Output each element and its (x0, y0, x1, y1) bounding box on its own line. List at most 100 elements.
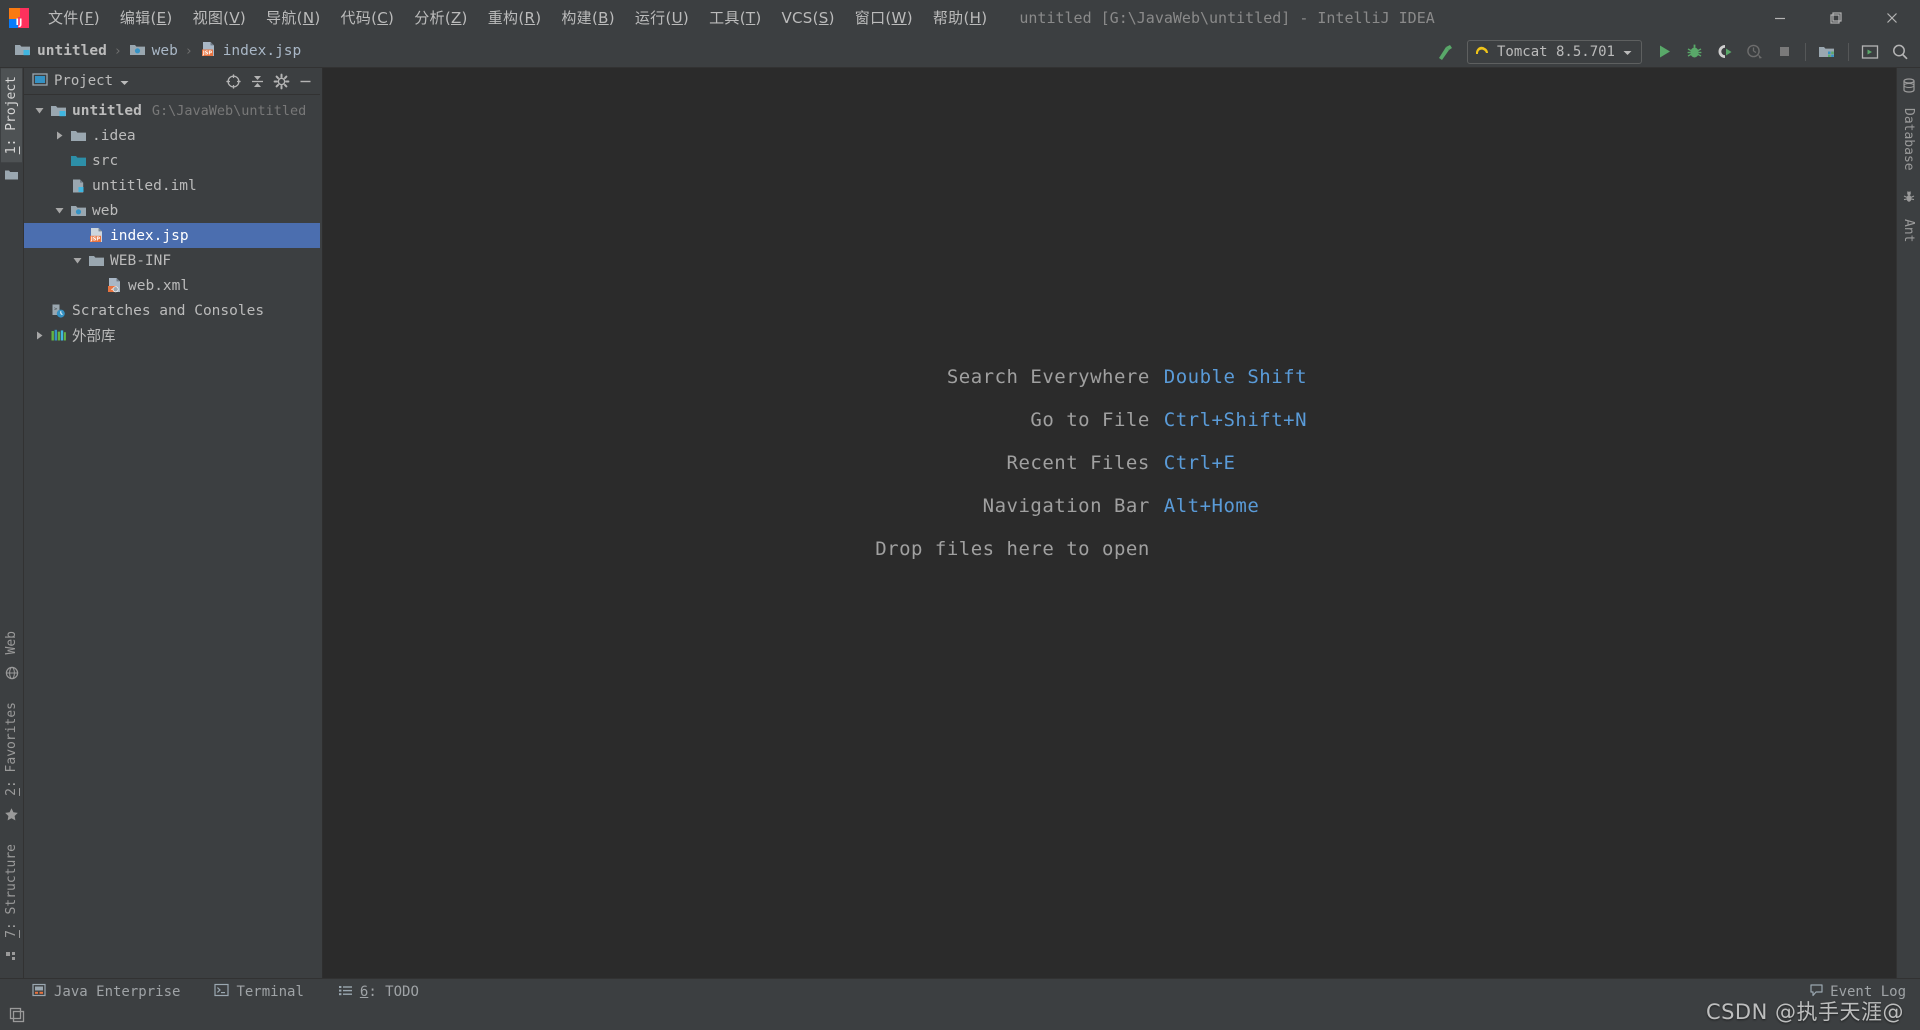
expanded-twisty-icon[interactable] (30, 105, 48, 116)
menu-file[interactable]: 文件(F) (38, 3, 110, 32)
bottom-button-java-enterprise[interactable]: Java Enterprise (28, 980, 184, 1003)
menu-window-label: 窗口 (854, 9, 886, 27)
menu-analyze[interactable]: 分析(Z) (404, 3, 478, 32)
module-folder-icon (14, 42, 31, 61)
menu-tools-label: 工具 (709, 9, 740, 27)
minimize-dash-icon[interactable] (294, 70, 316, 92)
collapse-all-icon[interactable] (246, 70, 268, 92)
tree-row-untitled-iml[interactable]: untitled.iml (24, 173, 320, 198)
event-log-icon (1809, 982, 1824, 1001)
star-icon (4, 804, 19, 836)
status-bar (0, 1004, 1920, 1030)
tree-row-web-xml[interactable]: < web.xml (24, 273, 320, 298)
tree-row-untitled[interactable]: untitled G:\JavaWeb\untitled (24, 98, 320, 123)
intellij-idea-window: IJ 文件(F) 编辑(E) 视图(V) 导航(N) 代码(C) 分析(Z) 重… (0, 0, 1920, 1030)
menu-navigate-mnemonic: N (302, 9, 315, 27)
tree-row-index-jsp[interactable]: JSP index.jsp (24, 223, 320, 248)
project-tree[interactable]: untitled G:\JavaWeb\untitled .idea src u… (24, 95, 320, 978)
run-configuration-selector[interactable]: Tomcat 8.5.701 (1466, 39, 1642, 64)
toggle-toolwindows-icon[interactable] (8, 1006, 26, 1028)
breadcrumb-separator-2: › (184, 43, 193, 59)
expanded-twisty-icon[interactable] (50, 205, 68, 216)
menu-code-label: 代码 (340, 9, 372, 27)
collapsed-twisty-icon[interactable] (50, 130, 68, 141)
run-button[interactable] (1650, 39, 1678, 65)
menu-refactor[interactable]: 重构(R) (478, 3, 552, 32)
menu-build-mnemonic: B (598, 9, 609, 27)
tomcat-cat-icon (1474, 42, 1490, 61)
profiler-icon (1740, 39, 1768, 65)
menu-view-label: 视图 (192, 9, 224, 27)
menu-navigate[interactable]: 导航(N) (256, 3, 330, 32)
menu-window[interactable]: 窗口(W) (845, 3, 923, 32)
debug-button[interactable] (1680, 39, 1708, 65)
bottom-button-todo[interactable]: 6: TODO (334, 980, 423, 1003)
menu-help[interactable]: 帮助(H) (923, 3, 998, 32)
menu-tools[interactable]: 工具(T) (699, 3, 771, 32)
editor-area[interactable]: Search Everywhere Double Shift Go to Fil… (323, 68, 1896, 978)
scratches-icon: > (48, 303, 68, 319)
tree-row-external-libraries[interactable]: 外部库 (24, 323, 320, 348)
web-globe-icon (5, 662, 19, 694)
hint-key-recent-files: Ctrl+E (1163, 452, 1236, 474)
chevron-down-icon (1622, 42, 1633, 61)
tree-row-scratches-and-consoles[interactable]: > Scratches and Consoles (24, 298, 320, 323)
tree-row-web[interactable]: web (24, 198, 320, 223)
menu-view[interactable]: 视图(V) (183, 3, 256, 32)
run-with-coverage-button[interactable] (1710, 39, 1738, 65)
menu-run[interactable]: 运行(U) (625, 3, 699, 32)
hint-label-search-everywhere: Search Everywhere (946, 366, 1150, 388)
sidebar-item-ant-label: Ant (1901, 218, 1916, 243)
build-hammer-icon[interactable] (1431, 39, 1459, 65)
menu-bar: IJ 文件(F) 编辑(E) 视图(V) 导航(N) 代码(C) 分析(Z) 重… (0, 0, 1920, 35)
sidebar-item-database[interactable]: Database (1898, 100, 1919, 179)
breadcrumb-untitled[interactable]: untitled (14, 42, 107, 61)
gear-icon[interactable] (270, 70, 292, 92)
sidebar-item-ant[interactable]: Ant (1898, 211, 1919, 250)
tree-label-src: src (92, 152, 119, 169)
tree-row-src[interactable]: src (24, 148, 320, 173)
collapsed-twisty-icon[interactable] (30, 330, 48, 341)
sidebar-item-favorites[interactable]: 2: Favorites (1, 694, 22, 804)
search-icon[interactable] (1886, 39, 1914, 65)
event-log-button[interactable]: Event Log (1809, 982, 1906, 1001)
tree-row-idea[interactable]: .idea (24, 123, 320, 148)
breadcrumb-web[interactable]: web (129, 42, 178, 61)
project-structure-button[interactable] (1813, 39, 1841, 65)
menu-refactor-label: 重构 (487, 9, 519, 27)
close-icon[interactable] (1864, 0, 1920, 35)
target-crosshair-icon[interactable] (222, 70, 244, 92)
svg-text:JSP: JSP (202, 50, 212, 56)
breadcrumb-index-jsp[interactable]: JSP index.jsp (200, 41, 301, 62)
restore-icon[interactable] (1808, 0, 1864, 35)
expanded-twisty-icon[interactable] (68, 255, 86, 266)
minimize-icon[interactable] (1752, 0, 1808, 35)
terminal-window-icon[interactable] (1856, 39, 1884, 65)
menu-vcs[interactable]: VCS(S) (771, 5, 844, 31)
bottom-button-terminal[interactable]: Terminal (210, 980, 307, 1003)
sidebar-item-web[interactable]: Web (1, 623, 22, 662)
intellij-logo-icon: IJ (8, 7, 30, 29)
menu-edit[interactable]: 编辑(E) (110, 3, 183, 32)
main-toolbar: Tomcat 8.5.701 (1431, 35, 1914, 68)
tree-row-web-inf[interactable]: WEB-INF (24, 248, 320, 273)
menu-vcs-label: VCS (781, 8, 813, 27)
project-view-chevron-down-icon[interactable] (119, 72, 130, 91)
menu-build-label: 构建 (561, 9, 592, 27)
menu-file-label: 文件 (48, 9, 79, 27)
bottom-button-terminal-label: Terminal (236, 983, 304, 1000)
web-folder-icon (129, 42, 146, 61)
menu-code[interactable]: 代码(C) (331, 3, 405, 32)
right-strip-top: Database Ant (1897, 68, 1920, 250)
sidebar-item-project[interactable]: 1: Project (1, 68, 22, 163)
svg-text:IJ: IJ (16, 18, 23, 28)
menu-build[interactable]: 构建(B) (551, 3, 625, 32)
sidebar-item-structure[interactable]: 7: Structure (1, 836, 22, 946)
project-panel-title: Project (54, 73, 114, 89)
hint-label-recent-files: Recent Files (1006, 452, 1150, 474)
hint-row-recent-files: Recent Files Ctrl+E (875, 452, 1344, 474)
run-configuration-label: Tomcat 8.5.701 (1496, 43, 1615, 60)
folder-icon (68, 128, 88, 143)
window-title: untitled [G:\JavaWeb\untitled] - Intelli… (1019, 8, 1435, 27)
menu-edit-mnemonic: E (156, 9, 167, 27)
